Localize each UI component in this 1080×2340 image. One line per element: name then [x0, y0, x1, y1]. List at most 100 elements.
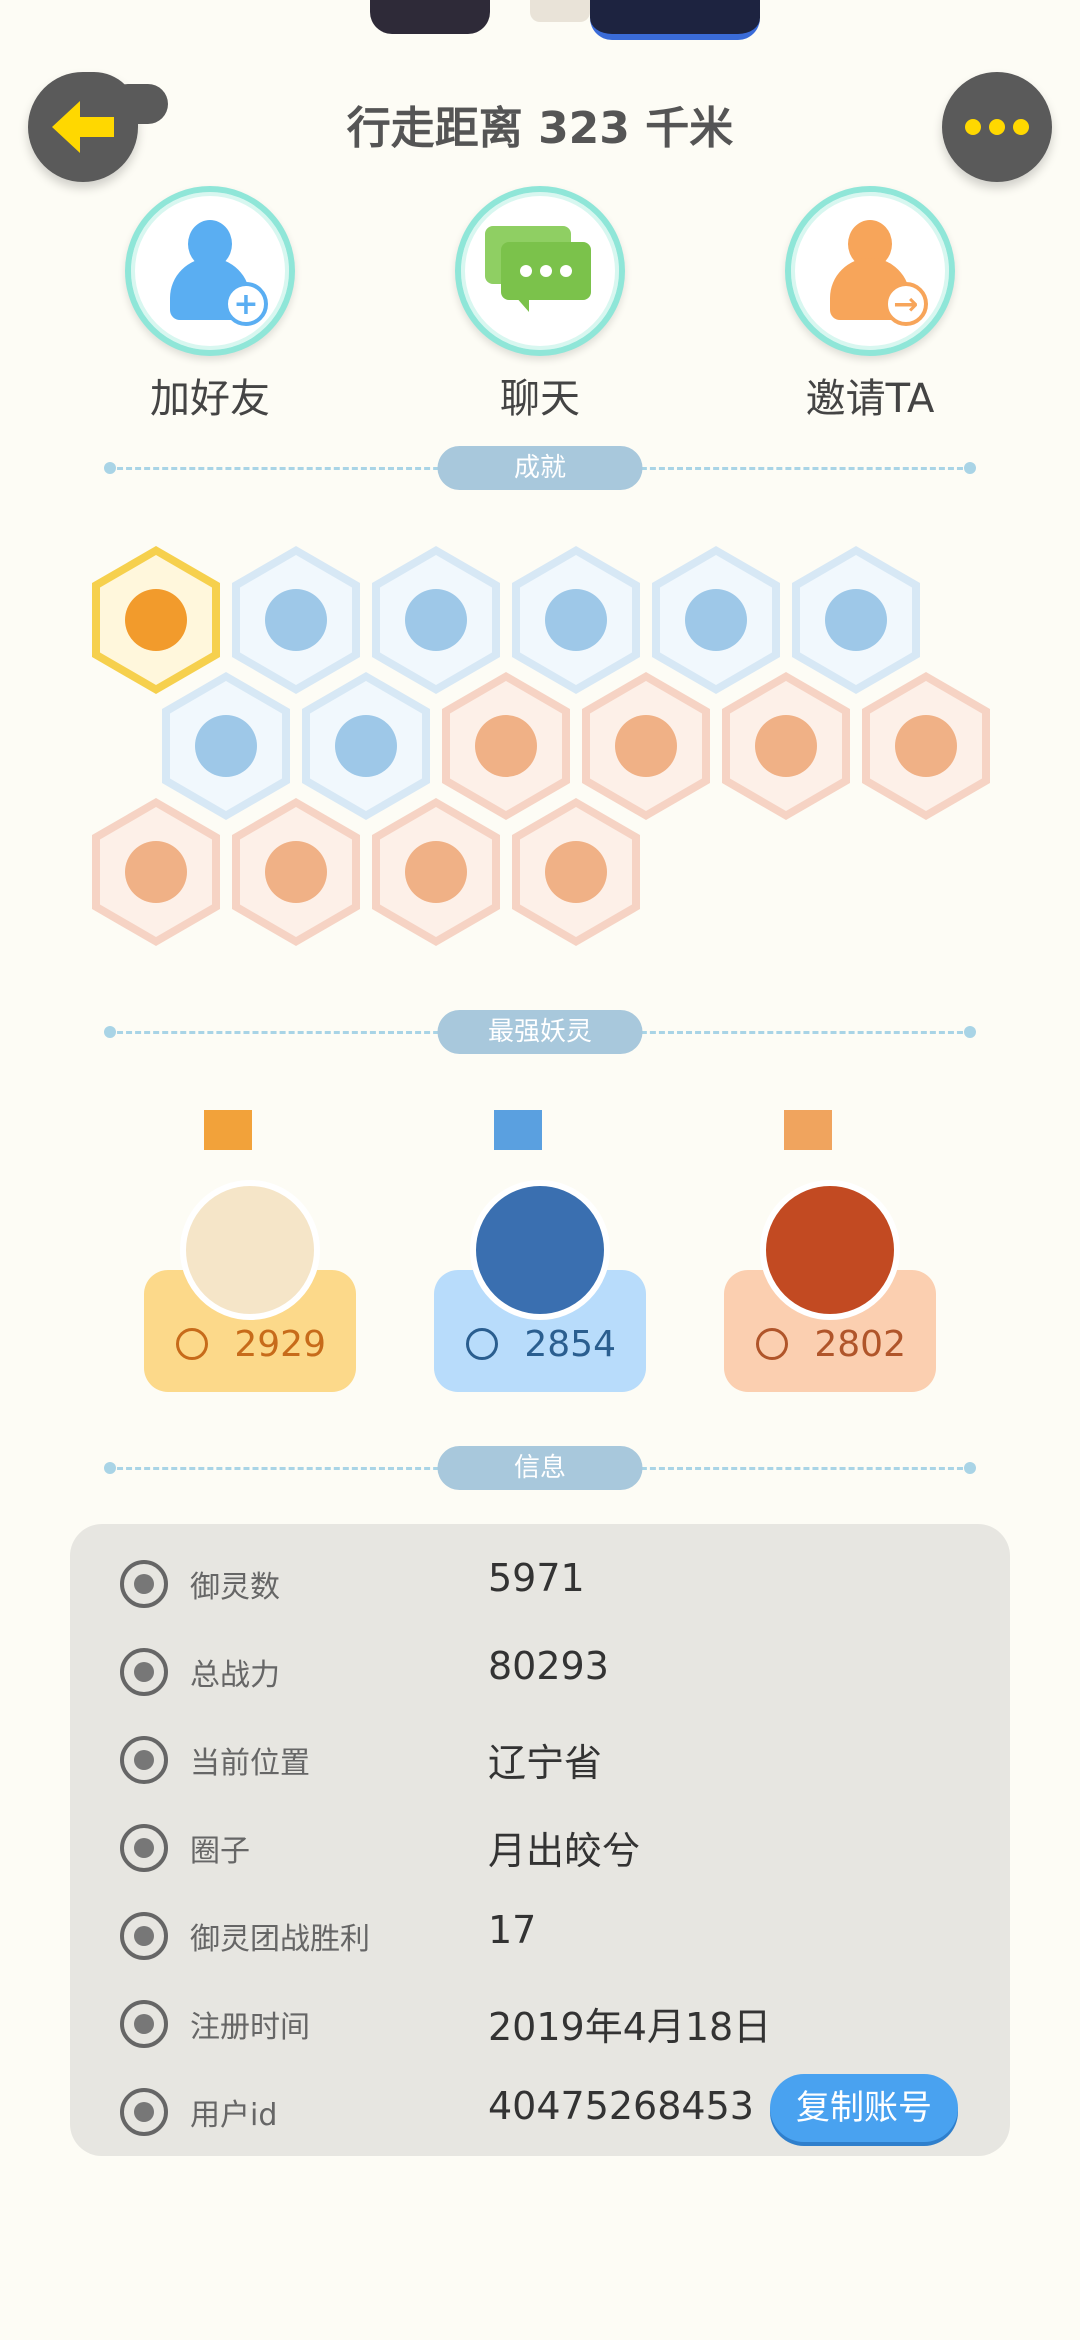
info-row-power: 总战力 80293	[70, 1636, 1010, 1716]
achievement-icon	[405, 589, 467, 651]
achievement-badge[interactable]	[232, 798, 360, 946]
info-key: 当前位置	[190, 1746, 310, 1781]
strongest-spirits: 2929 2854 2802	[0, 1090, 1080, 1410]
more-icon	[965, 119, 1029, 135]
left-shoe	[370, 0, 490, 34]
info-row-location: 当前位置 辽宁省	[70, 1724, 1010, 1804]
achievement-badge[interactable]	[372, 546, 500, 694]
achievement-icon	[895, 715, 957, 777]
invite-label: 邀请TA	[805, 376, 935, 422]
spirit-avatar-3	[760, 1180, 900, 1320]
achievement-icon	[685, 589, 747, 651]
spirit-power-3: 2802	[814, 1324, 906, 1365]
power-icon	[176, 1328, 208, 1360]
action-row: + 加好友 聊天 → 邀请TA	[0, 186, 1080, 422]
achievement-icon	[195, 715, 257, 777]
add-friend-circle: +	[125, 186, 295, 356]
spirit-avatar-2	[470, 1180, 610, 1320]
info-heading: 信息	[437, 1446, 643, 1490]
info-row-team-wins: 御灵团战胜利 17	[70, 1900, 1010, 1980]
info-row-spirits: 御灵数 5971	[70, 1548, 1010, 1628]
invite-button[interactable]: → 邀请TA	[760, 186, 980, 424]
chat-circle	[455, 186, 625, 356]
achievement-icon	[265, 589, 327, 651]
sword-icon	[120, 1648, 168, 1696]
achievement-icon	[755, 715, 817, 777]
circle-group-icon	[120, 1824, 168, 1872]
achievement-badge[interactable]	[302, 672, 430, 820]
id-card-icon	[120, 2088, 168, 2136]
achievement-badge[interactable]	[442, 672, 570, 820]
location-pin-icon	[120, 1736, 168, 1784]
info-key: 御灵数	[190, 1570, 280, 1605]
achievement-badge[interactable]	[232, 546, 360, 694]
chat-icon	[485, 226, 595, 316]
strongest-heading: 最强妖灵	[437, 1010, 643, 1054]
clock-icon	[120, 2000, 168, 2048]
info-row-user-id: 用户id 40475268453 复制账号	[70, 2074, 1010, 2156]
info-row-circle: 圈子 月出皎兮	[70, 1812, 1010, 1892]
achievement-icon	[125, 841, 187, 903]
chat-button[interactable]: 聊天	[430, 186, 650, 424]
invite-circle: →	[785, 186, 955, 356]
info-key: 注册时间	[190, 2010, 310, 2045]
achievement-badge[interactable]	[92, 798, 220, 946]
invite-icon: →	[822, 216, 928, 326]
achievement-badge[interactable]	[372, 798, 500, 946]
achievement-badge[interactable]	[652, 546, 780, 694]
crown-icon	[204, 1110, 252, 1150]
add-friend-button[interactable]: + 加好友	[100, 186, 320, 424]
chat-label: 聊天	[500, 376, 580, 422]
info-panel: 御灵数 5971 总战力 80293 当前位置 辽宁省 圈子 月出皎兮 御灵团战…	[70, 1524, 1010, 2156]
achievement-badge[interactable]	[162, 672, 290, 820]
info-row-register-date: 注册时间 2019年4月18日	[70, 1988, 1010, 2068]
achievement-icon	[475, 715, 537, 777]
achievement-icon	[125, 589, 187, 651]
achievement-icon	[265, 841, 327, 903]
achievement-icon	[545, 589, 607, 651]
achievement-icon	[615, 715, 677, 777]
info-key: 御灵团战胜利	[190, 1922, 370, 1957]
crown-icon	[494, 1110, 542, 1150]
info-divider: 信息	[104, 1446, 976, 1490]
achievement-badge[interactable]	[512, 798, 640, 946]
achievement-badge[interactable]	[92, 546, 220, 694]
achievement-badge[interactable]	[582, 672, 710, 820]
page-title: 行走距离 323 千米	[346, 103, 734, 154]
info-value: 80293	[488, 1644, 609, 1688]
character-legs	[530, 0, 590, 22]
info-key: 用户id	[190, 2098, 278, 2133]
info-value: 月出皎兮	[488, 1829, 641, 1873]
strongest-divider: 最强妖灵	[104, 1010, 976, 1054]
anchor-icon	[120, 1912, 168, 1960]
right-shoe	[590, 0, 760, 40]
spirit-avatar-1	[180, 1180, 320, 1320]
info-value: 5971	[488, 1556, 585, 1600]
character-feet	[360, 0, 780, 40]
power-icon	[466, 1328, 498, 1360]
add-friend-label: 加好友	[150, 376, 270, 422]
spirit-count-icon	[120, 1560, 168, 1608]
achievement-icon	[335, 715, 397, 777]
info-value: 40475268453	[488, 2084, 754, 2128]
info-key: 总战力	[190, 1658, 280, 1693]
info-value: 17	[488, 1908, 537, 1952]
add-friend-icon: +	[162, 216, 268, 326]
achievement-icon	[825, 589, 887, 651]
achievements-heading: 成就	[437, 446, 643, 490]
achievement-badge[interactable]	[722, 672, 850, 820]
spirit-power-1: 2929	[234, 1324, 326, 1365]
copy-account-button[interactable]: 复制账号	[770, 2074, 958, 2142]
achievement-badge[interactable]	[862, 672, 990, 820]
spirit-power-2: 2854	[524, 1324, 616, 1365]
info-value: 辽宁省	[488, 1741, 603, 1785]
achievement-badge[interactable]	[512, 546, 640, 694]
achievement-badge[interactable]	[792, 546, 920, 694]
info-value: 2019年4月18日	[488, 2005, 772, 2049]
achievement-icon	[405, 841, 467, 903]
achievement-icon	[545, 841, 607, 903]
info-key: 圈子	[190, 1834, 250, 1869]
power-icon	[756, 1328, 788, 1360]
crown-icon	[784, 1110, 832, 1150]
more-button[interactable]	[942, 72, 1052, 182]
